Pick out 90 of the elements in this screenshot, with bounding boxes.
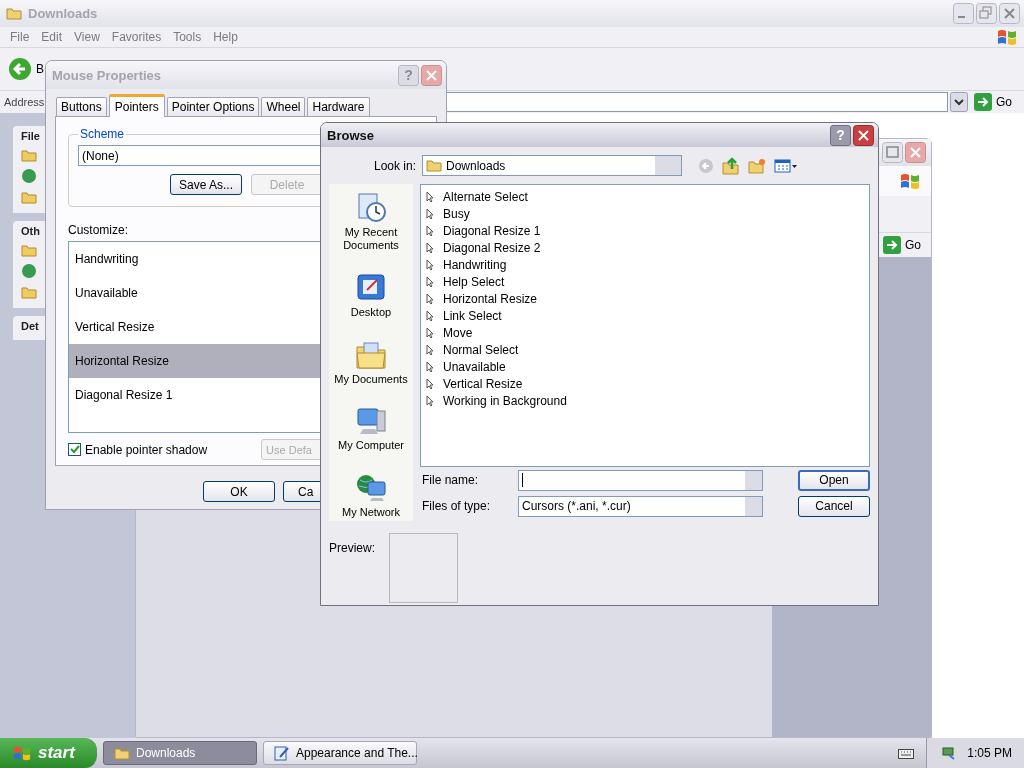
folder-icon[interactable] — [21, 189, 37, 205]
cursor-icon — [425, 258, 436, 271]
save-as-button[interactable]: Save As... — [170, 174, 242, 195]
task-card-title[interactable]: Det — [21, 320, 39, 332]
checkbox[interactable] — [68, 443, 81, 456]
window-title: Downloads — [28, 6, 98, 21]
cursor-icon — [425, 309, 436, 322]
keyboard-icon[interactable] — [898, 747, 915, 759]
file-item[interactable]: Move — [425, 324, 865, 341]
look-in-dropdown[interactable]: Downloads — [422, 155, 682, 176]
close-icon[interactable] — [853, 124, 874, 146]
file-name-field[interactable] — [518, 469, 763, 491]
menu-item[interactable]: File — [4, 30, 36, 44]
file-item[interactable]: Working in Background — [425, 392, 865, 409]
file-item[interactable]: Busy — [425, 205, 865, 222]
file-item[interactable]: Unavailable — [425, 358, 865, 375]
cursor-icon — [425, 360, 436, 373]
menu-item[interactable]: View — [68, 30, 106, 44]
cursor-icon — [425, 275, 436, 288]
task-card-title[interactable]: Oth — [21, 225, 40, 237]
task-card-title[interactable]: File — [21, 130, 40, 142]
folder-icon[interactable] — [21, 147, 37, 163]
cursor-icon — [425, 343, 436, 356]
dialog-title: Browse — [327, 127, 374, 143]
tab[interactable]: Pointer Options — [166, 97, 260, 116]
address-label: Address — [4, 96, 44, 108]
menu-item[interactable]: Favorites — [105, 30, 168, 44]
checkbox-label[interactable]: Enable pointer shadow — [85, 442, 208, 457]
menu-item[interactable]: Tools — [167, 30, 208, 44]
view-menu-icon[interactable] — [774, 157, 798, 174]
tab[interactable]: Pointers — [108, 94, 165, 117]
new-folder-icon[interactable] — [748, 157, 766, 174]
taskbar-button[interactable]: Appearance and The... — [263, 741, 417, 765]
go-button[interactable]: Go — [879, 236, 929, 254]
menu-item[interactable]: Edit — [35, 30, 69, 44]
group-label: Scheme — [79, 127, 126, 141]
cursor-icon — [425, 224, 436, 237]
cursor-icon — [425, 377, 436, 390]
cursor-icon — [425, 326, 436, 339]
tab[interactable]: Wheel — [261, 97, 306, 116]
go-button[interactable]: Go — [970, 93, 1020, 111]
restore-icon[interactable] — [976, 3, 997, 24]
globe-icon[interactable] — [21, 168, 37, 184]
windows-flag-icon — [899, 171, 921, 191]
file-item[interactable]: Normal Select — [425, 341, 865, 358]
minimize-icon[interactable] — [953, 3, 974, 24]
customize-label: Customize: — [68, 223, 129, 237]
maximize-icon[interactable] — [882, 142, 903, 163]
place-item[interactable]: Desktop — [329, 271, 413, 319]
preview-box — [389, 533, 458, 603]
globe-computer-icon — [355, 472, 387, 504]
folder-icon[interactable] — [21, 284, 37, 300]
file-name-label: File name: — [421, 473, 480, 487]
dialog-title: Mouse Properties — [52, 67, 162, 83]
cursor-icon — [425, 241, 436, 254]
folder-icon — [426, 159, 442, 172]
file-item[interactable]: Link Select — [425, 307, 865, 324]
clock: 1:05 PM — [967, 746, 1012, 760]
file-item[interactable]: Diagonal Resize 2 — [425, 239, 865, 256]
clock-document-icon — [355, 192, 387, 224]
cursor-icon — [425, 292, 436, 305]
file-item[interactable]: Horizontal Resize — [425, 290, 865, 307]
cursor-icon — [425, 394, 436, 407]
file-item[interactable]: Help Select — [425, 273, 865, 290]
menu-item[interactable]: Help — [207, 30, 244, 44]
cursor-icon — [425, 190, 436, 203]
folder-icon — [6, 7, 22, 20]
folder-icon[interactable] — [21, 242, 37, 258]
windows-flag-icon — [12, 744, 32, 762]
file-item[interactable]: Alternate Select — [425, 188, 865, 205]
ok-button[interactable]: OK — [203, 481, 275, 502]
place-item[interactable]: My Recent Documents — [329, 192, 413, 252]
folder-icon — [114, 746, 130, 760]
back-icon[interactable] — [698, 157, 714, 174]
tab[interactable]: Buttons — [56, 97, 107, 116]
dropdown-icon[interactable] — [950, 92, 968, 112]
cursor-icon — [425, 207, 436, 220]
open-button[interactable]: Open — [798, 469, 870, 491]
file-item[interactable]: Diagonal Resize 1 — [425, 222, 865, 239]
file-item[interactable]: Vertical Resize — [425, 375, 865, 392]
file-type-label: Files of type: — [421, 499, 492, 513]
file-item[interactable]: Handwriting — [425, 256, 865, 273]
cancel-button[interactable]: Cancel — [798, 495, 870, 517]
windows-flag-icon — [996, 27, 1018, 47]
back-button[interactable]: B — [8, 57, 44, 81]
up-folder-icon[interactable] — [722, 156, 740, 175]
file-type-dropdown[interactable]: Cursors (*.ani, *.cur) — [518, 495, 763, 517]
globe-icon[interactable] — [21, 263, 37, 279]
tab[interactable]: Hardware — [307, 97, 370, 116]
preview-label: Preview: — [329, 540, 376, 557]
